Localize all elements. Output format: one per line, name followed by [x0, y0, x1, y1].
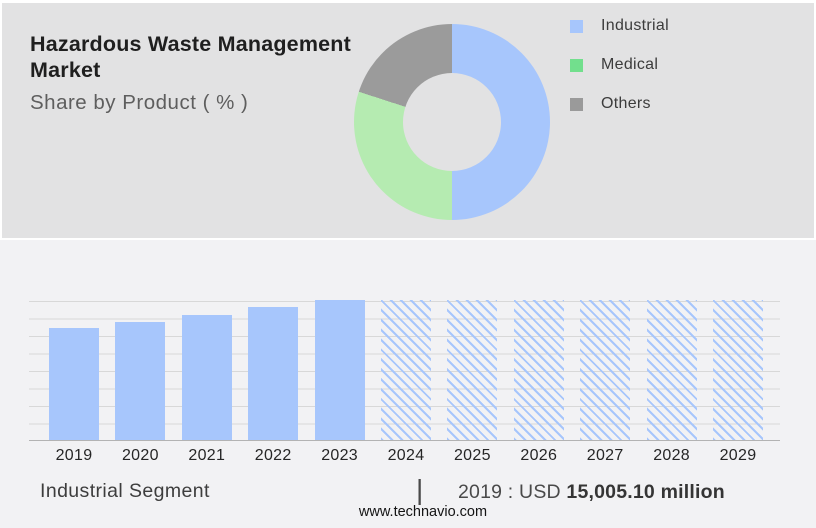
x-tick-2020: 2020 — [121, 447, 159, 464]
x-tick-2024: 2024 — [387, 447, 425, 464]
legend-label: Others — [601, 95, 651, 112]
website-url: www.technavio.com — [358, 504, 488, 520]
infographic-root: { "header": { "title": "Hazardous Waste … — [0, 0, 816, 528]
others-swatch-icon — [570, 97, 583, 111]
medical-swatch-icon — [570, 58, 583, 72]
value-amount: 15,005.10 million — [566, 481, 725, 503]
donut-hole — [403, 73, 501, 171]
bar-chart-panel: 2019 2020 2021 2022 2023 2024 2025 2026 2027 2028… — [0, 240, 816, 528]
bar-2019 — [49, 328, 99, 440]
caption-separator: | — [416, 474, 424, 505]
legend-item-industrial: Industrial — [570, 17, 669, 34]
market-value-caption: 2019 : USD 15,005.10 million — [458, 481, 725, 504]
legend-item-medical: Medical — [570, 56, 669, 73]
industrial-swatch-icon — [570, 19, 583, 33]
legend-label: Medical — [601, 56, 659, 73]
x-tick-2021: 2021 — [188, 447, 226, 464]
legend-item-others: Others — [570, 95, 669, 112]
bar-2026-forecast — [513, 300, 564, 440]
bar-2022 — [248, 307, 299, 440]
x-tick-2022: 2022 — [254, 447, 292, 464]
x-axis-labels: 2019 2020 2021 2022 2023 2024 2025 2026 2027 2028… — [29, 447, 780, 469]
bar-2021 — [181, 315, 232, 440]
bar-2020 — [115, 322, 166, 440]
bar-2024-forecast — [381, 300, 431, 440]
x-tick-2026: 2026 — [520, 447, 558, 464]
bar-chart-plot — [29, 300, 780, 441]
legend-label: Industrial — [601, 17, 669, 34]
x-tick-2028: 2028 — [653, 447, 690, 464]
donut-legend: Industrial Medical Others — [570, 17, 669, 112]
x-tick-2027: 2027 — [586, 447, 624, 464]
bar-2028-forecast — [646, 300, 697, 440]
bar-2023 — [314, 300, 365, 440]
header-panel: Hazardous Waste Management Market Share … — [2, 3, 814, 238]
value-prefix: 2019 : USD — [458, 481, 567, 503]
x-tick-2025: 2025 — [453, 447, 491, 464]
donut-chart — [354, 24, 550, 220]
x-tick-2023: 2023 — [321, 447, 358, 464]
bar-2025-forecast — [447, 300, 498, 440]
page-title: Hazardous Waste Management Market — [30, 32, 352, 83]
x-tick-2029: 2029 — [719, 447, 757, 464]
x-tick-2019: 2019 — [55, 447, 93, 464]
bar-2029-forecast — [713, 300, 763, 440]
page-subtitle: Share by Product ( % ) — [30, 91, 249, 114]
bar-2027-forecast — [580, 300, 631, 440]
segment-caption: Industrial Segment — [40, 480, 210, 502]
